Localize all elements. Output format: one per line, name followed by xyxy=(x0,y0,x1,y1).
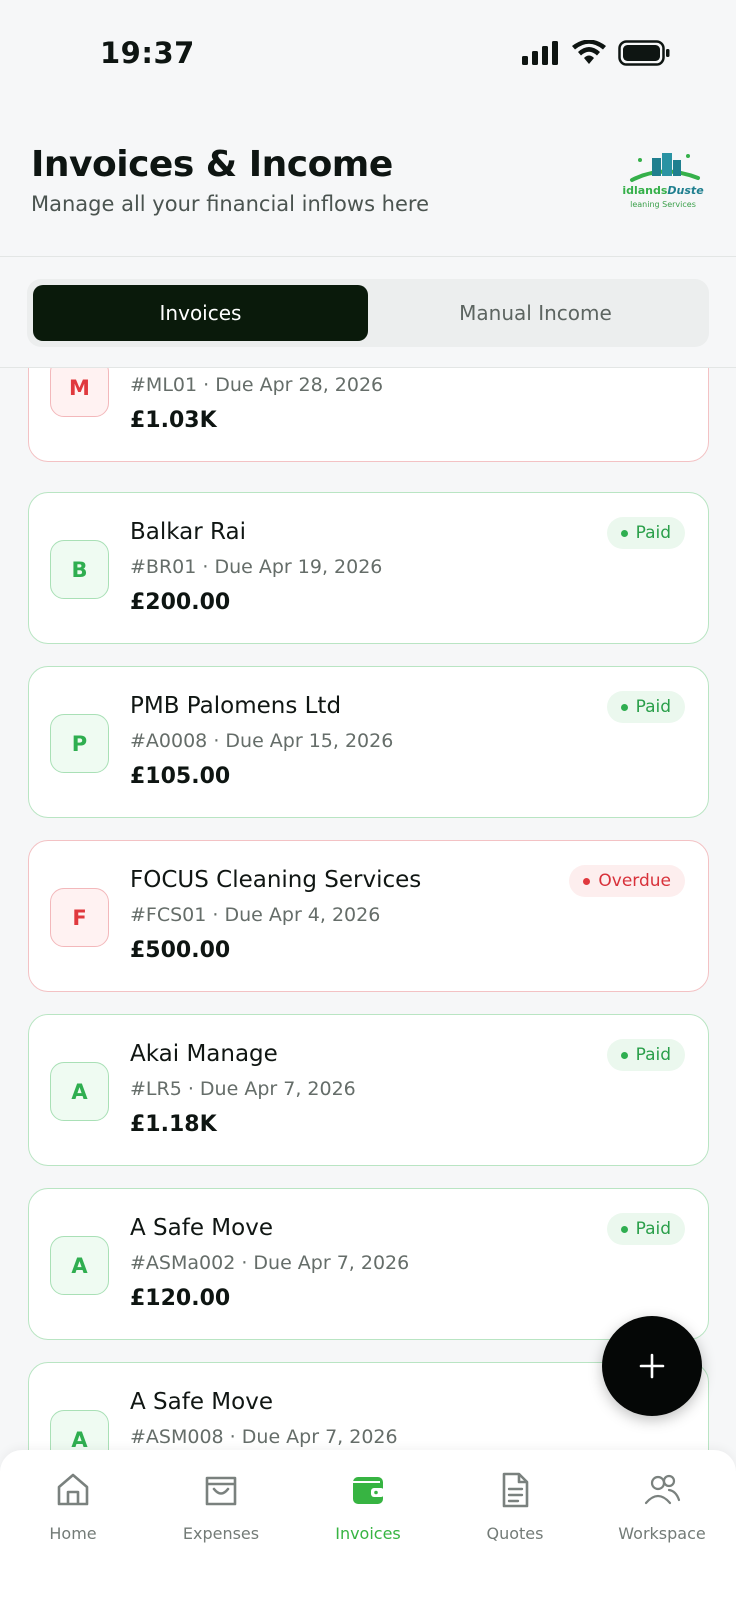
document-icon xyxy=(502,1472,529,1508)
client-avatar: B xyxy=(50,540,109,599)
invoice-amount: £500.00 xyxy=(130,938,231,963)
invoice-meta: #A0008 · Due Apr 15, 2026 xyxy=(130,730,394,752)
signal-icon xyxy=(522,41,558,65)
invoice-card[interactable]: B Balkar Rai #BR01 · Due Apr 19, 2026 £2… xyxy=(28,492,709,644)
nav-label: Quotes xyxy=(486,1524,544,1543)
client-avatar: P xyxy=(50,714,109,773)
users-icon xyxy=(644,1474,681,1505)
page-title: Invoices & Income xyxy=(31,144,393,185)
invoice-amount: £120.00 xyxy=(130,1286,231,1311)
client-avatar: M xyxy=(50,368,109,417)
status-icons xyxy=(522,40,670,66)
status-dot-icon xyxy=(620,1225,628,1233)
status-badge: Paid xyxy=(606,1039,685,1071)
invoice-card[interactable]: P PMB Palomens Ltd #A0008 · Due Apr 15, … xyxy=(28,666,709,818)
invoice-meta: #LR5 · Due Apr 7, 2026 xyxy=(130,1078,356,1100)
client-name: PMB Palomens Ltd xyxy=(130,693,342,719)
logo-wordmark: idlandsDuste xyxy=(622,184,704,197)
invoice-card[interactable]: A A Safe Move #ASMa002 · Due Apr 7, 2026… xyxy=(28,1188,709,1340)
invoice-meta: #ASMa002 · Due Apr 7, 2026 xyxy=(130,1252,410,1274)
tab-invoices[interactable]: Invoices xyxy=(33,285,368,341)
client-avatar: A xyxy=(50,1410,109,1450)
company-logo: idlandsDuste leaning Services xyxy=(618,150,708,214)
invoice-meta: #BR01 · Due Apr 19, 2026 xyxy=(130,556,383,578)
shopping-bag-icon xyxy=(205,1476,237,1506)
invoice-meta: #ML01 · Due Apr 28, 2026 xyxy=(130,374,384,396)
status-dot-icon xyxy=(620,1051,628,1059)
invoice-amount: £200.00 xyxy=(130,590,231,615)
status-badge: Paid xyxy=(606,517,685,549)
nav-label: Workspace xyxy=(618,1524,706,1543)
client-name: A Safe Move xyxy=(130,1389,273,1415)
status-badge: Paid xyxy=(606,691,685,723)
page-header: Invoices & Income Manage all your financ… xyxy=(0,110,736,257)
nav-quotes[interactable]: Quotes xyxy=(445,1468,585,1558)
status-time: 19:37 xyxy=(100,36,195,70)
page-subtitle: Manage all your financial inflows here xyxy=(31,192,430,216)
nav-label: Home xyxy=(49,1524,97,1543)
client-avatar: A xyxy=(50,1062,109,1121)
invoice-amount: £105.00 xyxy=(130,764,231,789)
nav-label: Expenses xyxy=(182,1524,260,1543)
invoice-meta: #ASM008 · Due Apr 7, 2026 xyxy=(130,1426,398,1448)
client-name: A Safe Move xyxy=(130,1215,273,1241)
plus-icon xyxy=(639,1353,665,1379)
client-name: Akai Manage xyxy=(130,1041,278,1067)
building-logo-icon xyxy=(630,153,700,182)
nav-workspace[interactable]: Workspace xyxy=(592,1468,732,1558)
invoice-card[interactable]: F FOCUS Cleaning Services #FCS01 · Due A… xyxy=(28,840,709,992)
bottom-nav: Home Expenses Invoices Quotes Workspace xyxy=(0,1450,736,1600)
client-avatar: F xyxy=(50,888,109,947)
add-invoice-button[interactable] xyxy=(602,1316,702,1416)
client-name: Balkar Rai xyxy=(130,519,246,545)
segmented-control: Invoices Manual Income xyxy=(27,279,709,347)
client-avatar: A xyxy=(50,1236,109,1295)
status-badge: Overdue xyxy=(569,865,685,897)
battery-icon xyxy=(618,40,670,66)
client-name: FOCUS Cleaning Services xyxy=(130,867,422,893)
tab-manual-income[interactable]: Manual Income xyxy=(368,285,703,341)
nav-expenses[interactable]: Expenses xyxy=(151,1468,291,1558)
invoice-card[interactable]: A Akai Manage #LR5 · Due Apr 7, 2026 £1.… xyxy=(28,1014,709,1166)
invoice-amount: £1.18K xyxy=(130,1112,217,1137)
tabs-container: Invoices Manual Income xyxy=(0,257,736,368)
status-dot-icon xyxy=(620,703,628,711)
status-bar: 19:37 xyxy=(0,0,736,110)
wallet-icon xyxy=(353,1477,384,1504)
status-dot-icon xyxy=(620,529,628,537)
home-icon xyxy=(57,1473,89,1506)
status-dot-icon xyxy=(583,877,591,885)
invoice-card[interactable]: M #ML01 · Due Apr 28, 2026 £1.03K xyxy=(28,368,709,462)
nav-home[interactable]: Home xyxy=(3,1468,143,1558)
wifi-icon xyxy=(572,40,606,64)
logo-tagline: leaning Services xyxy=(630,200,696,209)
status-badge: Paid xyxy=(606,1213,685,1245)
nav-label: Invoices xyxy=(335,1524,401,1543)
invoice-amount: £1.03K xyxy=(130,408,217,433)
invoice-meta: #FCS01 · Due Apr 4, 2026 xyxy=(130,904,381,926)
nav-invoices[interactable]: Invoices xyxy=(298,1468,438,1558)
invoice-list[interactable]: M #ML01 · Due Apr 28, 2026 £1.03K B Balk… xyxy=(0,368,736,1450)
